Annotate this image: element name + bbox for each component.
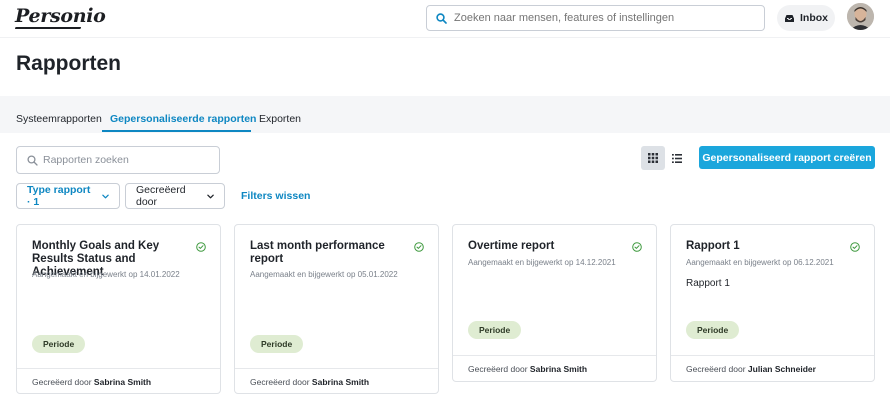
inbox-button[interactable]: Inbox xyxy=(777,5,835,31)
global-search[interactable] xyxy=(426,5,765,31)
period-badge: Periode xyxy=(468,321,522,339)
report-card-creator: Gecreëerd door Sabrina Smith xyxy=(32,377,151,387)
report-card-creator: Gecreëerd door Sabrina Smith xyxy=(250,377,369,387)
report-type-filter-label: Type rapport · 1 xyxy=(27,184,91,208)
check-circle-icon xyxy=(414,242,424,252)
check-circle-icon xyxy=(850,242,860,252)
period-badge: Periode xyxy=(32,335,86,353)
tab-exports[interactable]: Exporten xyxy=(259,113,301,125)
creator-name: Sabrina Smith xyxy=(93,377,152,387)
tab-personalized-reports[interactable]: Gepersonaliseerde rapporten xyxy=(110,113,256,125)
report-card-creator: Gecreëerd door Sabrina Smith xyxy=(468,364,587,374)
report-card-title: Overtime report xyxy=(468,240,555,252)
view-toggle xyxy=(641,146,689,170)
card-divider xyxy=(235,368,438,369)
avatar-image xyxy=(847,3,874,30)
report-card[interactable]: Last month performance report Aangemaakt… xyxy=(234,224,439,394)
list-icon xyxy=(672,153,682,163)
logo-underline xyxy=(14,27,82,29)
create-report-button[interactable]: Gepersonaliseerd rapport creëren xyxy=(699,146,875,169)
creator-name: Sabrina Smith xyxy=(529,364,588,374)
check-circle-icon xyxy=(196,242,206,252)
report-card[interactable]: Monthly Goals and Key Results Status and… xyxy=(16,224,221,394)
creator-prefix: Gecreëerd door xyxy=(32,377,92,387)
creator-name: Sabrina Smith xyxy=(311,377,370,387)
report-search-input[interactable] xyxy=(43,147,213,173)
creator-prefix: Gecreëerd door xyxy=(250,377,310,387)
chevron-down-icon xyxy=(207,194,214,198)
creator-name: Julian Schneider xyxy=(747,364,816,374)
tab-system-reports[interactable]: Systeemrapporten xyxy=(16,113,102,125)
search-icon xyxy=(27,155,38,166)
card-divider xyxy=(453,355,656,356)
card-divider xyxy=(17,368,220,369)
inbox-icon xyxy=(785,14,794,22)
report-card-meta: Aangemaakt en bijgewerkt op 14.12.2021 xyxy=(468,258,616,267)
period-badge: Periode xyxy=(686,321,740,339)
created-by-filter[interactable]: Gecreëerd door xyxy=(125,183,225,209)
clear-filters-link[interactable]: Filters wissen xyxy=(241,190,310,202)
report-card-creator: Gecreëerd door Julian Schneider xyxy=(686,364,816,374)
report-search[interactable] xyxy=(16,146,220,174)
report-card-meta: Aangemaakt en bijgewerkt op 05.01.2022 xyxy=(250,270,398,279)
page-title: Rapporten xyxy=(16,52,121,75)
report-card[interactable]: Overtime report Aangemaakt en bijgewerkt… xyxy=(452,224,657,382)
search-icon xyxy=(436,13,447,24)
report-card[interactable]: Rapport 1 Aangemaakt en bijgewerkt op 06… xyxy=(670,224,875,382)
grid-icon xyxy=(648,153,658,163)
report-type-filter[interactable]: Type rapport · 1 xyxy=(16,183,120,209)
card-divider xyxy=(671,355,874,356)
global-search-input[interactable] xyxy=(454,6,759,30)
report-card-meta: Aangemaakt en bijgewerkt op 14.01.2022 xyxy=(32,270,180,279)
active-tab-indicator xyxy=(102,130,251,132)
period-badge: Periode xyxy=(250,335,304,353)
report-card-title: Rapport 1 xyxy=(686,240,740,252)
grid-view-button[interactable] xyxy=(641,146,665,170)
check-circle-icon xyxy=(632,242,642,252)
chevron-down-icon xyxy=(102,194,109,198)
creator-prefix: Gecreëerd door xyxy=(468,364,528,374)
personio-logo[interactable]: Personio xyxy=(15,5,106,27)
inbox-label: Inbox xyxy=(800,12,828,24)
creator-prefix: Gecreëerd door xyxy=(686,364,746,374)
created-by-filter-label: Gecreëerd door xyxy=(136,184,186,208)
list-view-button[interactable] xyxy=(665,146,689,170)
report-card-description: Rapport 1 xyxy=(686,278,730,289)
user-avatar[interactable] xyxy=(847,3,874,30)
top-bar: Personio Inbox xyxy=(0,0,890,38)
report-card-meta: Aangemaakt en bijgewerkt op 06.12.2021 xyxy=(686,258,834,267)
report-card-title: Last month performance report xyxy=(250,240,385,265)
